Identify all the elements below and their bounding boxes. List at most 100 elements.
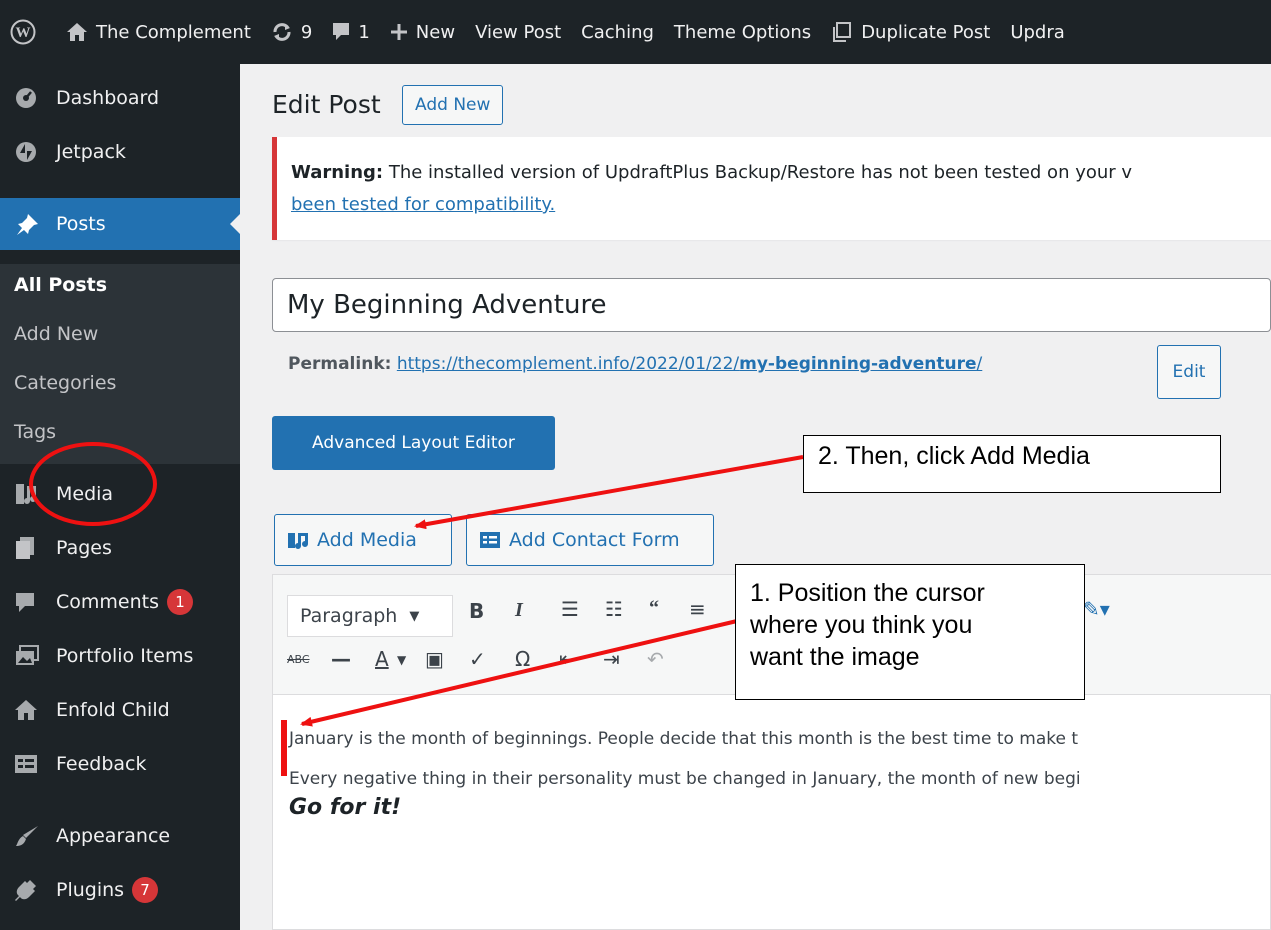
sidebar-item-label: Plugins (56, 879, 125, 901)
callout-step-1-line-1: 1. Position the cursor (750, 579, 985, 607)
permalink-tail: / (976, 354, 983, 374)
pages-icon (14, 535, 46, 561)
view-post-link[interactable]: View Post (465, 0, 571, 64)
submenu-all-posts[interactable]: All Posts (14, 274, 107, 296)
sidebar-item-label: Posts (56, 213, 106, 235)
chevron-down-icon: ▼ (409, 608, 420, 624)
caching-link[interactable]: Caching (571, 0, 664, 64)
outdent-icon[interactable]: ⇤ (559, 647, 576, 671)
bullet-list-icon[interactable]: ☰ (561, 597, 579, 621)
text-color-icon[interactable]: A (375, 647, 389, 671)
advanced-layout-editor-button[interactable]: Advanced Layout Editor (272, 416, 555, 470)
add-media-button[interactable]: Add Media (274, 514, 452, 566)
updraft-label: Updra (1010, 21, 1065, 43)
editor-heading[interactable]: Go for it! (289, 795, 401, 820)
special-character-icon[interactable]: Ω (515, 647, 530, 671)
permalink-label: Permalink: (288, 354, 392, 374)
plus-icon (390, 24, 407, 40)
sidebar-item-label: Pages (56, 537, 112, 559)
duplicate-post-link[interactable]: Duplicate Post (821, 0, 1000, 64)
numbered-list-icon[interactable]: ☷ (605, 597, 623, 621)
sidebar-item-label: Jetpack (56, 141, 126, 163)
feedback-form-icon (14, 751, 46, 777)
format-select[interactable]: Paragraph ▼ (287, 595, 453, 637)
italic-icon[interactable]: I (515, 599, 523, 622)
callout-step-1: 1. Position the cursor where you think y… (735, 564, 1085, 700)
updates-link[interactable]: 9 (261, 0, 322, 64)
permalink-slug: my-beginning-adventure (739, 354, 977, 374)
editor-paragraph-1[interactable]: January is the month of beginnings. Peop… (289, 729, 1078, 749)
align-left-icon[interactable]: ≡ (689, 597, 706, 621)
sidebar-item-plugins[interactable]: Plugins 7 (0, 864, 240, 916)
sidebar-item-label: Portfolio Items (56, 645, 194, 667)
horizontal-line-icon[interactable]: — (331, 647, 351, 671)
sidebar-item-pages[interactable]: Pages (0, 522, 240, 574)
paintbrush-icon (14, 823, 46, 849)
comment-bubble-icon (14, 589, 46, 615)
callout-step-1-line-2: where you think you (750, 611, 973, 639)
text-color-chevron-icon[interactable]: ▼ (397, 653, 406, 667)
theme-options-label: Theme Options (673, 21, 812, 43)
submenu-categories[interactable]: Categories (14, 372, 116, 394)
indent-icon[interactable]: ⇥ (603, 647, 620, 671)
updraft-warning-notice: Warning: The installed version of Updraf… (272, 137, 1271, 240)
callout-step-2: 2. Then, click Add Media (803, 435, 1221, 493)
post-title-input[interactable]: My Beginning Adventure (272, 278, 1271, 332)
home-icon (67, 23, 87, 41)
clear-formatting-icon[interactable]: ✓ (469, 647, 486, 671)
sidebar-item-label: Media (56, 483, 114, 505)
duplicate-icon (833, 22, 852, 42)
sidebar-item-enfold-child[interactable]: Enfold Child (0, 684, 240, 736)
magic-wand-icon[interactable]: ✎▾ (1083, 597, 1110, 621)
permalink-edit-button[interactable]: Edit (1157, 345, 1221, 399)
paste-text-icon[interactable]: ▣ (425, 647, 444, 671)
new-content-link[interactable]: New (380, 0, 465, 64)
submenu-add-new[interactable]: Add New (14, 323, 98, 345)
site-name-link[interactable]: The Complement (56, 0, 261, 64)
updates-count: 9 (300, 21, 313, 43)
sidebar-item-posts[interactable]: Posts (0, 198, 240, 250)
new-label: New (415, 21, 456, 43)
sidebar-item-feedback[interactable]: Feedback (0, 738, 240, 790)
comment-bubble-icon (333, 23, 350, 40)
sidebar-item-comments[interactable]: Comments 1 (0, 576, 240, 628)
permalink-base: https://thecomplement.info/2022/01/22/ (396, 354, 740, 374)
theme-options-link[interactable]: Theme Options (664, 0, 821, 64)
home-icon (14, 697, 46, 723)
main-content: Edit Post Add New Warning: The installed… (240, 64, 1271, 930)
add-new-post-button[interactable]: Add New (402, 85, 504, 125)
sidebar-item-label: Comments (56, 591, 159, 613)
media-icon (14, 481, 46, 507)
add-contact-form-button[interactable]: Add Contact Form (466, 514, 714, 566)
sidebar-item-jetpack[interactable]: Jetpack (0, 126, 240, 178)
blockquote-icon[interactable]: “ (649, 597, 659, 620)
comments-link[interactable]: 1 (322, 0, 379, 64)
undo-icon[interactable]: ↶ (647, 647, 664, 671)
media-icon (288, 533, 308, 549)
format-select-value: Paragraph (300, 605, 398, 627)
portfolio-gallery-icon (14, 643, 46, 669)
sidebar-item-media[interactable]: Media (0, 468, 240, 520)
page-title: Edit Post (272, 90, 381, 119)
add-media-label: Add Media (317, 529, 417, 551)
wordpress-logo-icon[interactable]: W (0, 0, 56, 64)
callout-step-2-text: 2. Then, click Add Media (818, 442, 1090, 470)
compatibility-link[interactable]: been tested for compatibility. (291, 194, 555, 215)
add-contact-form-label: Add Contact Form (509, 529, 680, 551)
strikethrough-icon[interactable]: ABC (287, 653, 310, 666)
callout-step-1-line-3: want the image (750, 643, 920, 671)
admin-bar: W The Complement 9 1 New View Post Cachi… (0, 0, 1271, 64)
bold-icon[interactable]: B (469, 599, 484, 623)
updraft-link[interactable]: Updra (1000, 0, 1074, 64)
submenu-tags[interactable]: Tags (14, 421, 56, 443)
admin-sidebar: Dashboard Jetpack Posts All Posts Add Ne… (0, 64, 240, 930)
sidebar-item-appearance[interactable]: Appearance (0, 810, 240, 862)
pushpin-icon (14, 211, 46, 237)
plug-icon (14, 877, 46, 903)
refresh-icon (273, 23, 291, 41)
editor-paragraph-2[interactable]: Every negative thing in their personalit… (289, 769, 1081, 789)
permalink-link[interactable]: https://thecomplement.info/2022/01/22/my… (397, 354, 982, 374)
sidebar-item-portfolio[interactable]: Portfolio Items (0, 630, 240, 682)
sidebar-item-dashboard[interactable]: Dashboard (0, 72, 240, 124)
sidebar-item-label: Dashboard (56, 87, 160, 109)
